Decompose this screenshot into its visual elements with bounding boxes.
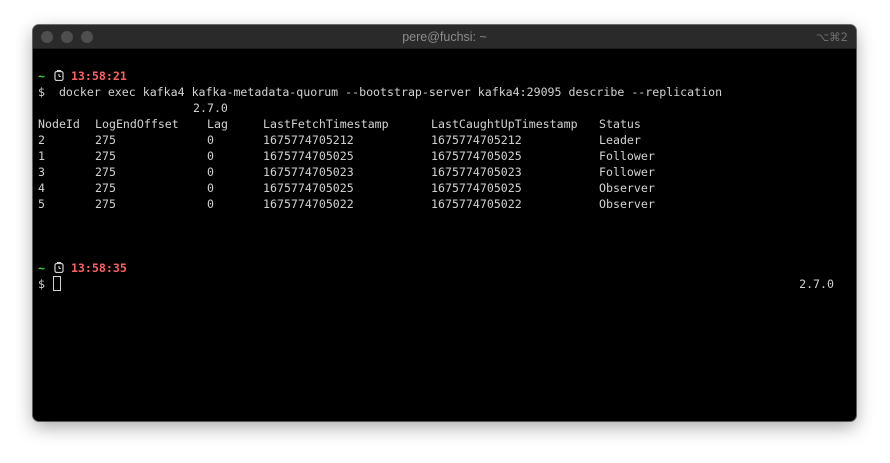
cell-logendoffset: 275 [95,165,116,179]
prompt-symbol: $ [38,277,45,291]
table-row: 2 275 0 1675774705212 1675774705212 Lead… [38,132,838,148]
window-shortcut: ⌥⌘2 [815,30,848,44]
cell-lastfetchtimestamp: 1675774705023 [263,165,354,179]
header-nodeid: NodeId [38,117,80,131]
input-line[interactable]: $ 2.7.0 [38,276,846,292]
cell-lastcaughtuptimestamp: 1675774705025 [431,149,522,163]
header-status: Status [599,117,641,131]
prompt-line: ~ 13:58:35 [38,260,127,276]
prompt-time: 13:58:21 [70,69,127,83]
table-row: 3 275 0 1675774705023 1675774705023 Foll… [38,164,838,180]
window-title: pere@fuchsi: ~ [402,30,487,44]
cell-lastfetchtimestamp: 1675774705212 [263,133,354,147]
cell-logendoffset: 275 [95,149,116,163]
cell-status: Follower [599,149,655,163]
clock-icon [54,262,64,273]
text-cursor [52,276,61,291]
cell-lastfetchtimestamp: 1675774705025 [263,181,354,195]
title-bar: pere@fuchsi: ~ ⌥⌘2 [33,25,856,49]
cell-lag: 0 [207,197,214,211]
cell-lastcaughtuptimestamp: 1675774705025 [431,181,522,195]
command-text: docker exec kafka4 kafka-metadata-quorum… [58,85,723,99]
clock-icon [54,70,64,81]
cell-lastcaughtuptimestamp: 1675774705212 [431,133,522,147]
prompt-line: ~ 13:58:21 [38,68,127,84]
cell-status: Observer [599,181,655,195]
terminal-window: pere@fuchsi: ~ ⌥⌘2 ~ 13:58:21 $ docker e… [33,25,856,421]
cell-status: Follower [599,165,655,179]
cell-logendoffset: 275 [95,197,116,211]
table-row: 1 275 0 1675774705025 1675774705025 Foll… [38,148,838,164]
table-header: NodeId LogEndOffset Lag LastFetchTimesta… [38,116,838,132]
header-lag: Lag [207,117,228,131]
table-row: 5 275 0 1675774705022 1675774705022 Obse… [38,196,838,212]
cell-logendoffset: 275 [95,133,116,147]
cell-lag: 0 [207,165,214,179]
cell-nodeid: 5 [38,197,45,211]
version-right: 2.7.0 [799,277,834,291]
cell-lag: 0 [207,181,214,195]
cell-lastcaughtuptimestamp: 1675774705023 [431,165,522,179]
prompt-tilde: ~ [38,261,45,275]
cell-nodeid: 1 [38,149,45,163]
cell-nodeid: 3 [38,165,45,179]
cell-lastfetchtimestamp: 1675774705022 [263,197,354,211]
cell-lag: 0 [207,133,214,147]
cell-lastfetchtimestamp: 1675774705025 [263,149,354,163]
cell-nodeid: 2 [38,133,45,147]
prompt-time: 13:58:35 [70,261,127,275]
version-output: 2.7.0 [193,101,228,115]
cell-status: Leader [599,133,641,147]
cell-lag: 0 [207,149,214,163]
header-lastcaughtuptimestamp: LastCaughtUpTimestamp [431,117,578,131]
prompt-tilde: ~ [38,69,45,83]
cell-status: Observer [599,197,655,211]
command-line: $ docker exec kafka4 kafka-metadata-quor… [38,84,722,100]
terminal-output[interactable]: ~ 13:58:21 $ docker exec kafka4 kafka-me… [33,49,856,421]
header-lastfetchtimestamp: LastFetchTimestamp [263,117,389,131]
cell-logendoffset: 275 [95,181,116,195]
table-row: 4 275 0 1675774705025 1675774705025 Obse… [38,180,838,196]
header-logendoffset: LogEndOffset [95,117,179,131]
prompt-symbol: $ [38,85,45,99]
cell-lastcaughtuptimestamp: 1675774705022 [431,197,522,211]
cell-nodeid: 4 [38,181,45,195]
